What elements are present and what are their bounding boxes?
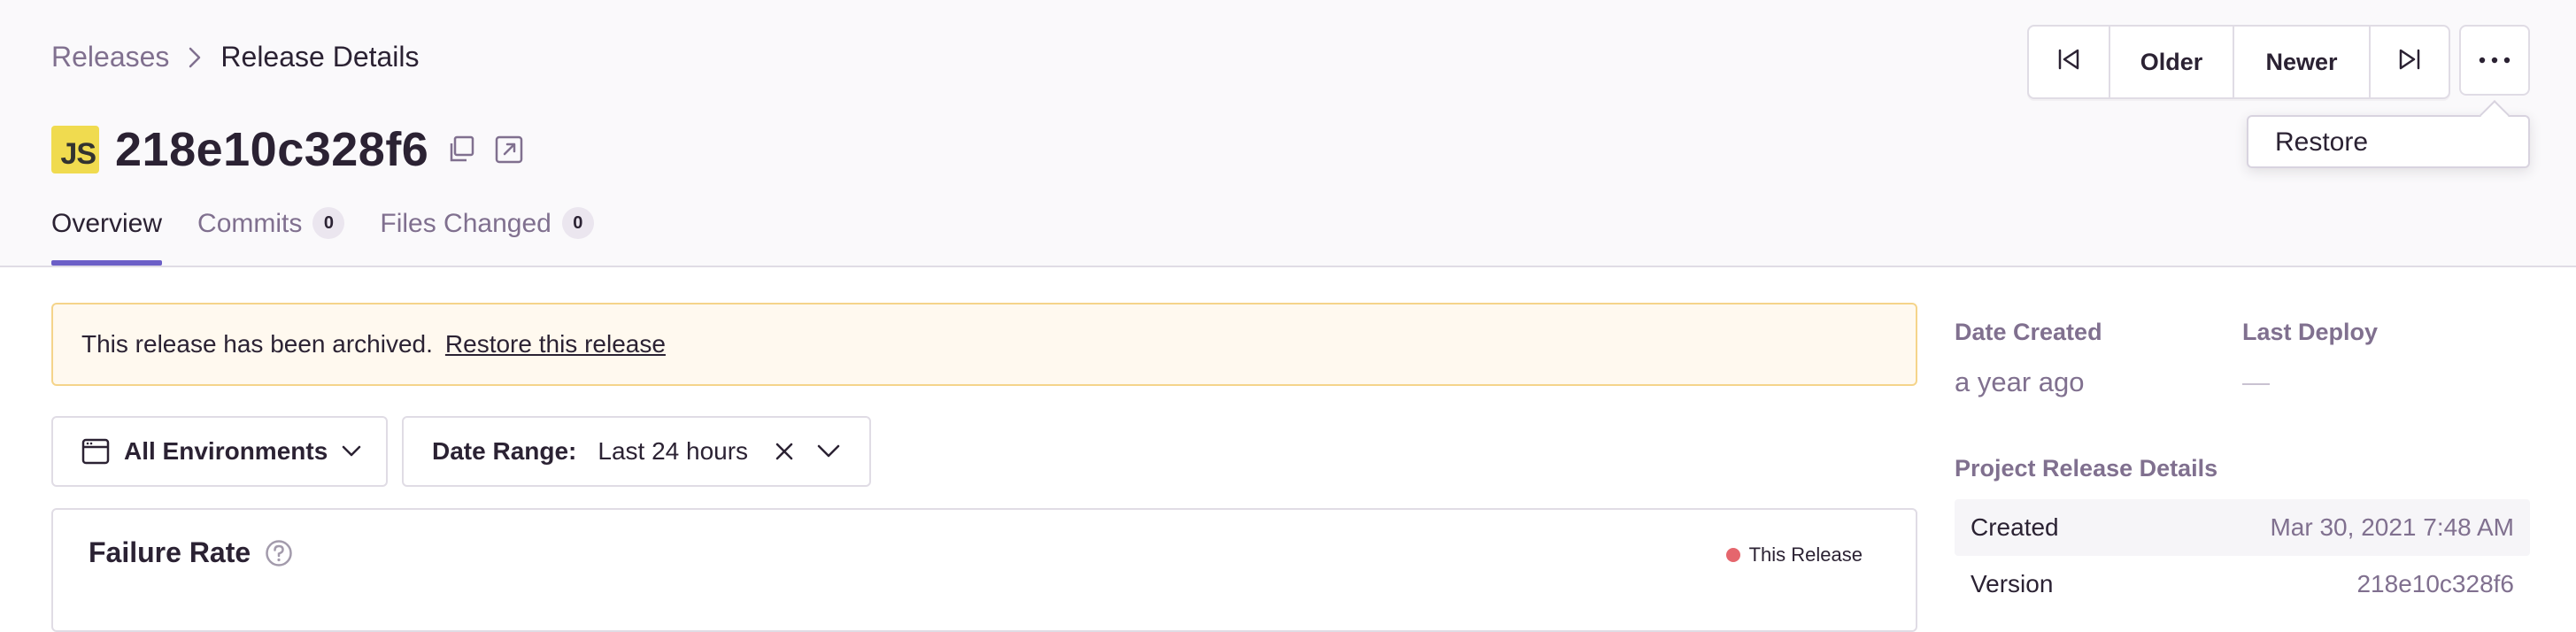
first-release-button[interactable] (2029, 27, 2110, 97)
tab-files-changed[interactable]: Files Changed 0 (380, 207, 594, 266)
chevron-right-icon (189, 47, 201, 68)
failure-rate-title: Failure Rate (89, 536, 251, 568)
release-title-row: JS 218e10c328f6 (51, 122, 524, 177)
details-row-created: Created Mar 30, 2021 7:48 AM (1955, 499, 2530, 556)
newer-button[interactable]: Newer (2234, 27, 2371, 97)
failure-rate-panel: Failure Rate This Release (51, 508, 1917, 632)
older-button[interactable]: Older (2110, 27, 2234, 97)
tab-files-changed-label: Files Changed (380, 209, 551, 238)
clear-icon[interactable] (775, 442, 794, 461)
version-value: 218e10c328f6 (2356, 570, 2514, 597)
calendar-window-icon (81, 437, 110, 466)
breadcrumb-releases-link[interactable]: Releases (51, 41, 169, 73)
chart-legend: This Release (1725, 543, 1863, 566)
chart-title: Failure Rate (89, 536, 293, 569)
created-value: Mar 30, 2021 7:48 AM (2270, 513, 2514, 541)
date-range-value: Last 24 hours (598, 437, 749, 465)
javascript-platform-icon: JS (51, 126, 99, 173)
legend-dot (1725, 548, 1740, 562)
breadcrumb: Releases Release Details (51, 41, 420, 73)
tab-commits-label: Commits (197, 209, 303, 238)
date-range-filter[interactable]: Date Range: Last 24 hours (402, 416, 871, 487)
date-range-label: Date Range: (432, 437, 577, 465)
skip-forward-icon (2397, 47, 2422, 78)
skip-back-icon (2056, 47, 2081, 78)
created-key: Created (1971, 513, 2059, 541)
more-actions-button[interactable] (2459, 25, 2530, 96)
restore-menu-item[interactable]: Restore (2275, 127, 2368, 158)
copy-icon[interactable] (446, 135, 476, 165)
version-key: Version (1971, 570, 2054, 597)
environment-filter-dropdown[interactable]: All Environments (51, 416, 388, 487)
release-tabs: Overview Commits 0 Files Changed 0 (51, 207, 629, 266)
project-release-details-label: Project Release Details (1955, 455, 2218, 482)
tab-overview-label: Overview (51, 209, 163, 238)
date-created-value: a year ago (1955, 366, 2085, 397)
restore-release-link[interactable]: Restore this release (445, 330, 666, 358)
environment-filter-label: All Environments (124, 437, 328, 465)
date-created-label: Date Created (1955, 319, 2102, 345)
chevron-down-icon (817, 444, 840, 459)
help-question-icon[interactable] (265, 539, 293, 567)
last-deploy-value: — (2242, 366, 2270, 397)
chevron-down-icon (342, 445, 361, 458)
archived-alert: This release has been archived. Restore … (51, 303, 1917, 386)
details-row-version: Version 218e10c328f6 (1955, 556, 2530, 613)
latest-release-button[interactable] (2371, 27, 2449, 97)
files-changed-count-badge: 0 (561, 207, 594, 239)
commits-count-badge: 0 (312, 207, 345, 239)
tab-commits[interactable]: Commits 0 (197, 207, 345, 266)
release-navigation: Older Newer (2027, 25, 2450, 99)
breadcrumb-current: Release Details (220, 41, 420, 73)
tab-overview[interactable]: Overview (51, 209, 163, 266)
archived-alert-message: This release has been archived. (81, 330, 433, 358)
ellipsis-icon (2479, 52, 2510, 68)
legend-this-release: This Release (1748, 543, 1863, 566)
last-deploy-label: Last Deploy (2242, 319, 2379, 345)
release-version-title: 218e10c328f6 (115, 123, 429, 176)
open-external-icon[interactable] (494, 135, 524, 165)
